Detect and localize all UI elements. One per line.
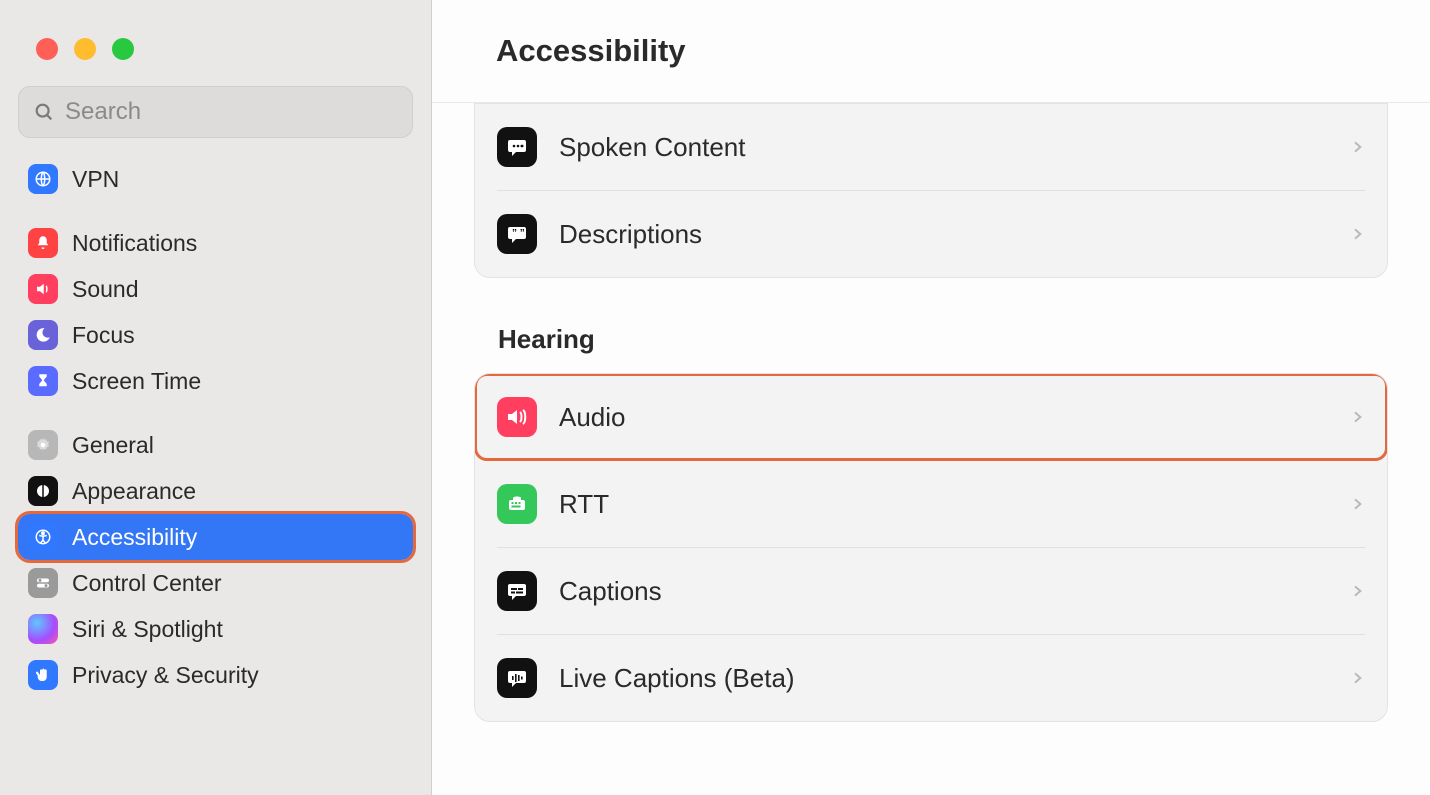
search-container (0, 60, 431, 148)
row-label: Spoken Content (559, 132, 1349, 163)
globe-icon (28, 164, 58, 194)
sidebar-item-screen-time[interactable]: Screen Time (18, 358, 413, 404)
section-title-hearing: Hearing (498, 324, 1388, 355)
row-spoken-content[interactable]: Spoken Content (475, 104, 1387, 190)
sidebar: VPN Notifications Sound Focus (0, 0, 432, 795)
waveform-bubble-icon (497, 658, 537, 698)
chevron-right-icon (1349, 579, 1365, 603)
phone-typewriter-icon (497, 484, 537, 524)
sidebar-item-accessibility[interactable]: Accessibility (18, 514, 413, 560)
row-label: Audio (559, 402, 1349, 433)
siri-icon (28, 614, 58, 644)
svg-text:” ”: ” ” (512, 228, 525, 239)
content-scroll[interactable]: Spoken Content ” ” Descriptions Hearing (432, 103, 1430, 795)
sidebar-item-label: Focus (72, 322, 135, 349)
hourglass-icon (28, 366, 58, 396)
hand-icon (28, 660, 58, 690)
sidebar-item-label: Screen Time (72, 368, 201, 395)
sidebar-item-label: Privacy & Security (72, 662, 259, 689)
sidebar-item-general[interactable]: General (18, 422, 413, 468)
sidebar-item-siri[interactable]: Siri & Spotlight (18, 606, 413, 652)
row-rtt[interactable]: RTT (475, 461, 1387, 547)
bell-icon (28, 228, 58, 258)
row-audio[interactable]: Audio (475, 374, 1387, 460)
row-descriptions[interactable]: ” ” Descriptions (475, 191, 1387, 277)
moon-icon (28, 320, 58, 350)
sidebar-item-label: General (72, 432, 154, 459)
sidebar-item-notifications[interactable]: Notifications (18, 220, 413, 266)
chevron-right-icon (1349, 135, 1365, 159)
chevron-right-icon (1349, 222, 1365, 246)
sidebar-item-privacy[interactable]: Privacy & Security (18, 652, 413, 698)
caption-bubble-icon (497, 571, 537, 611)
hearing-card: Audio RTT Captions (474, 373, 1388, 722)
speaker-loud-icon (497, 397, 537, 437)
sidebar-group-attention: Notifications Sound Focus Screen Time (18, 220, 413, 404)
sidebar-item-label: VPN (72, 166, 119, 193)
row-label: RTT (559, 489, 1349, 520)
row-captions[interactable]: Captions (475, 548, 1387, 634)
row-label: Live Captions (Beta) (559, 663, 1349, 694)
chevron-right-icon (1349, 492, 1365, 516)
window-controls (0, 0, 431, 60)
sidebar-item-label: Notifications (72, 230, 197, 257)
sidebar-item-appearance[interactable]: Appearance (18, 468, 413, 514)
chevron-right-icon (1349, 666, 1365, 690)
accessibility-icon (28, 522, 58, 552)
sidebar-item-label: Appearance (72, 478, 196, 505)
sidebar-item-vpn[interactable]: VPN (18, 156, 413, 202)
sidebar-group-network: VPN (18, 156, 413, 202)
zoom-window-button[interactable] (112, 38, 134, 60)
sidebar-item-label: Sound (72, 276, 139, 303)
chevron-right-icon (1349, 405, 1365, 429)
speech-card: Spoken Content ” ” Descriptions (474, 103, 1388, 278)
row-live-captions[interactable]: Live Captions (Beta) (475, 635, 1387, 721)
sidebar-item-label: Accessibility (72, 524, 197, 551)
close-window-button[interactable] (36, 38, 58, 60)
speech-bubble-quotes-icon: ” ” (497, 214, 537, 254)
switches-icon (28, 568, 58, 598)
sidebar-item-control-center[interactable]: Control Center (18, 560, 413, 606)
row-label: Captions (559, 576, 1349, 607)
sidebar-group-system: General Appearance Accessibility Control… (18, 422, 413, 698)
sidebar-item-label: Control Center (72, 570, 222, 597)
sidebar-nav: VPN Notifications Sound Focus (0, 148, 431, 795)
sidebar-item-focus[interactable]: Focus (18, 312, 413, 358)
minimize-window-button[interactable] (74, 38, 96, 60)
sidebar-item-sound[interactable]: Sound (18, 266, 413, 312)
search-box[interactable] (18, 86, 413, 138)
appearance-icon (28, 476, 58, 506)
speech-bubble-dots-icon (497, 127, 537, 167)
search-input[interactable] (55, 98, 398, 126)
gear-icon (28, 430, 58, 460)
page-title: Accessibility (496, 33, 686, 69)
titlebar: Accessibility (432, 0, 1430, 103)
main-pane: Accessibility Spoken Content ” ” Descrip… (432, 0, 1430, 795)
search-icon (33, 101, 55, 123)
row-label: Descriptions (559, 219, 1349, 250)
sidebar-item-label: Siri & Spotlight (72, 616, 223, 643)
speaker-icon (28, 274, 58, 304)
